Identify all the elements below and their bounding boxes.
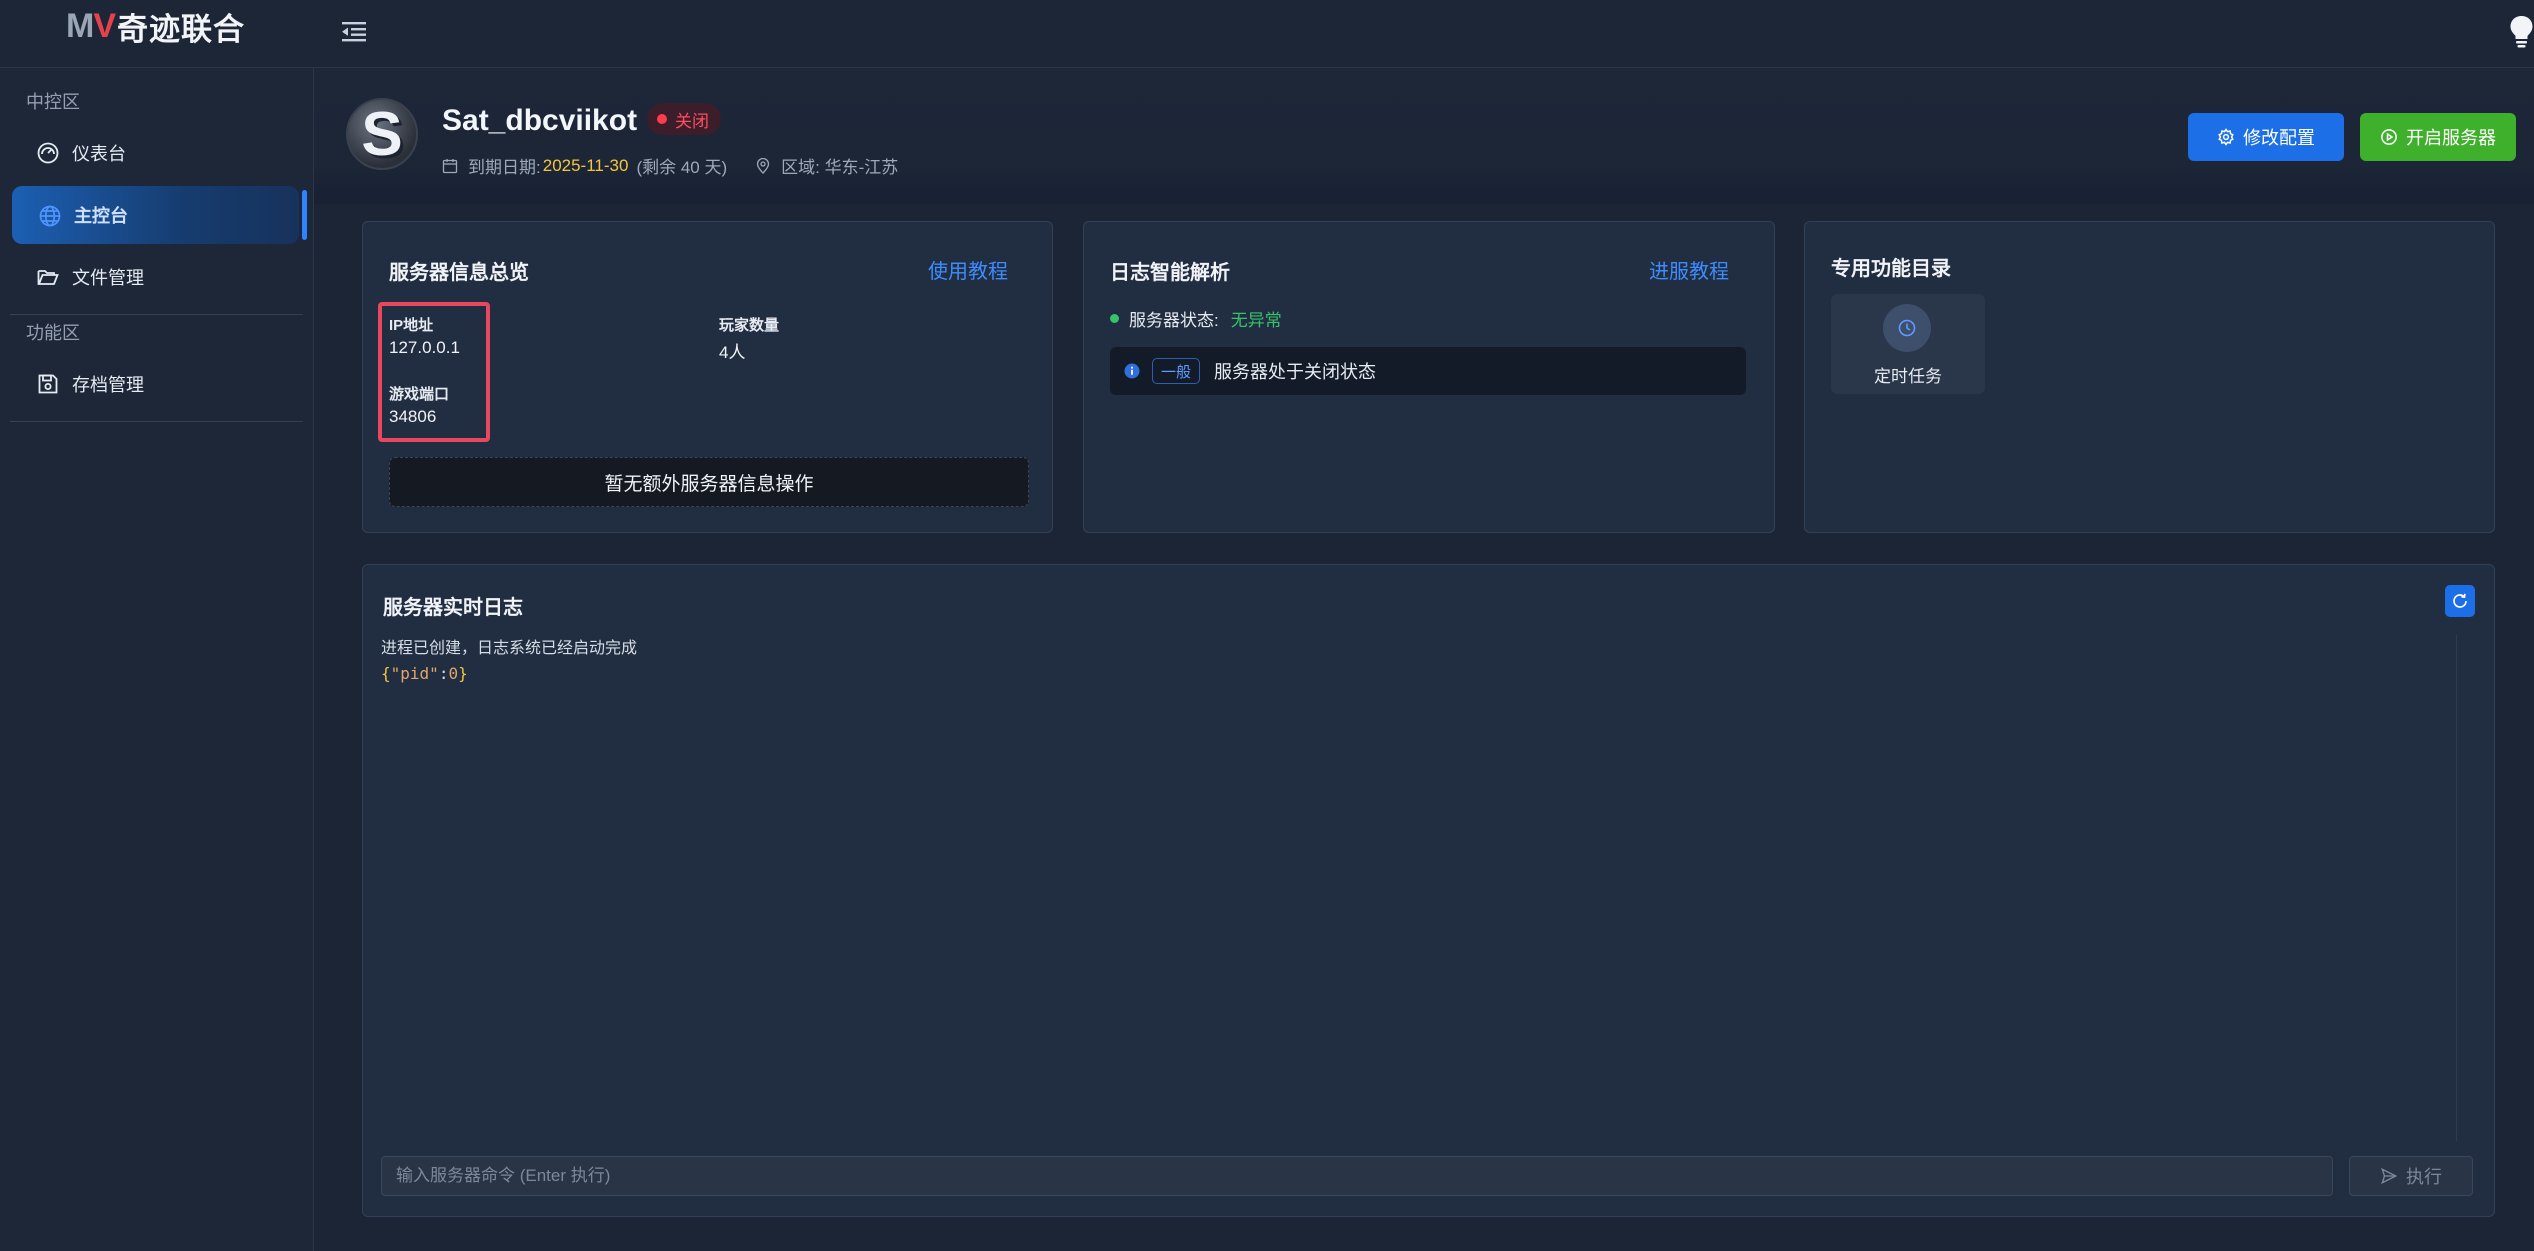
log-console: 进程已创建，日志系统已经启动完成 {"pid":0} xyxy=(381,635,2473,1135)
log-line: 进程已创建，日志系统已经启动完成 xyxy=(381,638,638,657)
save-icon xyxy=(36,372,60,396)
info-icon xyxy=(1124,363,1140,379)
edit-config-label: 修改配置 xyxy=(2243,128,2315,148)
sidebar-item-label: 存档管理 xyxy=(72,375,144,395)
command-input[interactable] xyxy=(381,1156,2333,1196)
region-text: 区域: 华东-江苏 xyxy=(781,158,899,177)
log-analysis-card: 日志智能解析 进服教程 服务器状态: 无异常 一般 服务器处于关闭状态 xyxy=(1083,221,1775,533)
feature-label: 定时任务 xyxy=(1874,367,1942,386)
status-badge: 关闭 xyxy=(647,103,721,135)
refresh-icon xyxy=(2453,593,2467,608)
sidebar-item-console[interactable]: 主控台 xyxy=(12,186,307,244)
server-avatar: S xyxy=(346,98,418,170)
refresh-log-button[interactable] xyxy=(2445,585,2475,617)
sidebar-divider xyxy=(10,421,303,422)
start-server-button[interactable]: 开启服务器 xyxy=(2360,113,2516,161)
gear-icon xyxy=(2218,128,2234,146)
sidebar-section-title: 中控区 xyxy=(26,92,80,112)
folder-icon xyxy=(36,265,60,289)
logo-mark: MV xyxy=(66,7,116,45)
execute-label: 执行 xyxy=(2406,1167,2442,1187)
execute-button[interactable]: 执行 xyxy=(2349,1156,2473,1196)
server-meta: 到期日期: 2025-11-30 (剩余 40 天) 区域: 华东-江苏 xyxy=(442,153,898,178)
log-level-tag: 一般 xyxy=(1152,358,1201,384)
realtime-log-card: 服务器实时日志 进程已创建，日志系统已经启动完成 {"pid":0} 执行 xyxy=(362,564,2495,1217)
status-text: 关闭 xyxy=(675,111,709,131)
sidebar: 中控区 仪表台 主控台 文件管理 功能区 存档管理 xyxy=(0,68,314,1251)
port-value: 34806 xyxy=(389,407,437,426)
sidebar-item-saves[interactable]: 存档管理 xyxy=(0,355,313,413)
edit-config-button[interactable]: 修改配置 xyxy=(2188,113,2344,161)
sidebar-section-title: 功能区 xyxy=(26,323,80,343)
join-tutorial-link[interactable]: 进服教程 xyxy=(1649,255,1729,284)
app-logo[interactable]: MV 奇迹联合 xyxy=(66,6,246,47)
remaining-days: (剩余 40 天) xyxy=(636,158,728,177)
players-label: 玩家数量 xyxy=(719,317,780,334)
calendar-icon xyxy=(442,158,458,173)
start-server-label: 开启服务器 xyxy=(2406,128,2496,148)
menu-collapse-icon[interactable] xyxy=(340,18,368,44)
globe-icon xyxy=(38,203,62,227)
sidebar-item-label: 仪表台 xyxy=(72,144,126,164)
log-scrollbar[interactable] xyxy=(2456,635,2468,1141)
card-title: 日志智能解析 xyxy=(1110,262,1230,284)
location-icon xyxy=(756,157,770,174)
sidebar-item-files[interactable]: 文件管理 xyxy=(0,248,313,306)
status-dot xyxy=(657,114,667,124)
sidebar-item-dashboard[interactable]: 仪表台 xyxy=(0,124,313,182)
usage-tutorial-link[interactable]: 使用教程 xyxy=(928,255,1008,284)
port-label: 游戏端口 xyxy=(389,386,450,403)
expire-date: 2025-11-30 xyxy=(542,155,629,175)
card-title: 专用功能目录 xyxy=(1831,258,1951,280)
clock-icon xyxy=(1883,304,1931,352)
avatar-letter: S xyxy=(361,99,403,169)
status-value: 无异常 xyxy=(1230,311,1282,330)
top-bar: MV 奇迹联合 xyxy=(0,0,2534,68)
log-entry: 一般 服务器处于关闭状态 xyxy=(1110,347,1746,395)
server-overview-card: 服务器信息总览 使用教程 IP地址 127.0.0.1 游戏端口 34806 玩… xyxy=(362,221,1053,533)
logo-text: 奇迹联合 xyxy=(117,11,246,47)
server-name: Sat_dbcviikot xyxy=(442,104,638,137)
ip-value: 127.0.0.1 xyxy=(389,338,460,357)
log-entry-message: 服务器处于关闭状态 xyxy=(1214,362,1377,382)
play-circle-icon xyxy=(2381,129,2397,145)
sidebar-item-label: 主控台 xyxy=(74,206,128,226)
features-card: 专用功能目录 定时任务 xyxy=(1804,221,2495,533)
server-status-row: 服务器状态: 无异常 xyxy=(1110,306,1282,331)
ip-label: IP地址 xyxy=(389,317,434,334)
no-extra-actions-button[interactable]: 暂无额外服务器信息操作 xyxy=(389,457,1029,507)
expire-label: 到期日期: xyxy=(468,158,541,177)
dashboard-icon xyxy=(36,141,60,165)
players-value: 4人 xyxy=(719,343,746,362)
status-label: 服务器状态: xyxy=(1129,311,1219,330)
sidebar-item-label: 文件管理 xyxy=(72,268,144,288)
card-title: 服务器实时日志 xyxy=(383,597,523,619)
theme-toggle-bulb-icon[interactable] xyxy=(2509,14,2534,48)
send-icon xyxy=(2381,1167,2398,1185)
status-ok-dot xyxy=(1110,314,1119,323)
scheduled-task-tile[interactable]: 定时任务 xyxy=(1831,294,1985,394)
log-json-line: {"pid":0} xyxy=(381,664,468,683)
server-header: S Sat_dbcviikot 关闭 到期日期: 2025-11-30 (剩余 … xyxy=(314,68,2534,204)
card-title: 服务器信息总览 xyxy=(389,262,529,284)
